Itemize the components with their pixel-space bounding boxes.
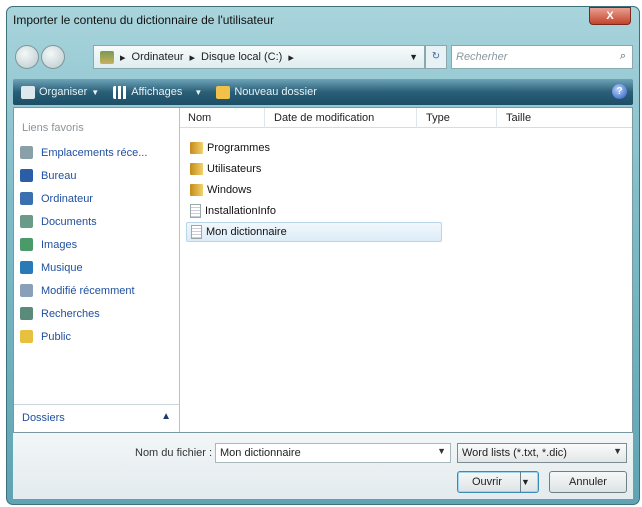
sidebar-item-label: Musique [41,261,83,274]
sidebar-item[interactable]: Modifié récemment [20,284,135,297]
sidebar-item[interactable]: Emplacements réce... [20,146,147,159]
sidebar-item-label: Images [41,238,78,251]
sidebar-item-label: Recherches [41,307,100,320]
chevron-down-icon: ▼ [91,87,100,97]
folders-label: Dossiers [22,412,65,424]
sidebar-item[interactable]: Public [20,330,71,343]
chevron-down-icon: ▼ [194,87,203,97]
computer-icon [100,50,114,64]
open-options-dropdown[interactable]: ▼ [520,472,538,492]
new-folder-label: Nouveau dossier [234,86,317,98]
close-button[interactable]: X [589,7,631,25]
forward-button[interactable] [41,45,65,69]
address-dropdown-icon[interactable]: ▼ [409,52,418,62]
sidebar-item-label: Public [41,330,71,343]
organize-label: Organiser [39,86,88,98]
file-name: Mon dictionnaire [206,226,287,238]
views-label: Affichages [131,86,183,98]
sidebar-item[interactable]: Documents [20,215,97,228]
views-icon [113,85,128,99]
sidebar-item-icon [20,307,33,320]
organize-button[interactable]: Organiser ▼ [21,85,100,99]
sidebar-item-icon [20,330,33,343]
chevron-down-icon[interactable]: ▼ [437,446,446,456]
filename-value: Mon dictionnaire [220,447,301,459]
sidebar-item[interactable]: Images [20,238,77,251]
sidebar-item-label: Bureau [41,169,77,182]
file-name: Programmes [207,142,270,154]
sidebar-item-icon [20,215,33,228]
sidebar-item-icon [20,192,33,205]
file-row[interactable]: Programmes [186,138,442,158]
file-type-value: Word lists (*.txt, *.dic) [462,447,567,459]
chevron-icon: ▸ [120,51,126,64]
views-button[interactable]: Affichages ▼ [113,85,203,99]
column-name[interactable]: Nom [188,112,211,124]
file-icon [191,225,202,239]
open-file-dialog: Importer le contenu du dictionnaire de l… [6,6,640,505]
cancel-button[interactable]: Annuler [549,471,627,493]
sidebar-item-label: Emplacements réce... [41,146,148,159]
open-button[interactable]: Ouvrir ▼ [457,471,539,493]
folder-icon [190,184,203,196]
navigation-pane: Liens favoris Emplacements réce... Bureau… [14,108,180,432]
column-separator [264,108,265,128]
sidebar-item-icon [20,261,33,274]
sidebar-item[interactable]: Musique [20,261,83,274]
search-icon[interactable]: ⌕ [620,50,626,63]
search-input[interactable]: Recherher ⌕ [451,45,633,69]
file-name: InstallationInfo [205,205,276,217]
search-placeholder: Recherher [456,51,508,63]
file-name: Utilisateurs [207,163,262,175]
back-button[interactable] [15,45,39,69]
sidebar-item-icon [20,284,33,297]
new-folder-button[interactable]: Nouveau dossier [216,85,317,99]
sidebar-item-label: Documents [41,215,97,228]
chevron-down-icon: ▼ [613,446,622,456]
open-label: Ouvrir [472,476,502,488]
breadcrumb-disque[interactable]: Disque local (C:) [201,51,282,63]
sidebar-item-label: Modifié récemment [41,284,135,297]
dialog-footer: Nom du fichier : Mon dictionnaire ▼ Word … [13,433,633,499]
favorites-header: Liens favoris [22,122,84,134]
column-date[interactable]: Date de modification [274,112,374,124]
organize-icon [21,85,35,99]
sidebar-item-icon [20,169,33,182]
file-row[interactable]: Windows [186,180,442,200]
address-bar[interactable]: ▸ Ordinateur ▸ Disque local (C:) ▸ ▼ [93,45,425,69]
breadcrumb-ordinateur[interactable]: Ordinateur [132,51,184,63]
sidebar-item[interactable]: Bureau [20,169,76,182]
refresh-button[interactable]: ↻ [425,45,447,69]
folder-icon [190,142,203,154]
dialog-title: Importer le contenu du dictionnaire de l… [13,13,275,27]
sidebar-item[interactable]: Recherches [20,307,100,320]
help-icon[interactable]: ? [612,84,627,99]
column-type[interactable]: Type [426,112,450,124]
filename-label: Nom du fichier : [135,447,213,459]
column-separator [416,108,417,128]
filename-input[interactable]: Mon dictionnaire ▼ [215,443,451,463]
sidebar-item-label: Ordinateur [41,192,93,205]
chevron-up-icon: ▲ [161,411,171,422]
new-folder-icon [216,85,231,99]
column-separator [496,108,497,128]
folder-icon [190,163,203,175]
column-size[interactable]: Taille [506,112,531,124]
file-row[interactable]: InstallationInfo [186,201,442,221]
file-icon [190,204,201,218]
toolbar: Organiser ▼ Affichages ▼ Nouveau dossier ? [13,79,633,105]
chevron-icon: ▸ [288,51,294,64]
file-name: Windows [207,184,252,196]
sidebar-item-icon [20,146,33,159]
sidebar-item[interactable]: Ordinateur [20,192,93,205]
chevron-icon: ▸ [189,51,196,64]
browser-pane: Liens favoris Emplacements réce... Bureau… [13,107,633,433]
file-row[interactable]: Utilisateurs [186,159,442,179]
sidebar-item-icon [20,238,33,251]
file-type-select[interactable]: Word lists (*.txt, *.dic) ▼ [457,443,627,463]
folders-toggle[interactable]: Dossiers ▲ [14,404,179,432]
file-row[interactable]: Mon dictionnaire [186,222,442,242]
column-headers: Nom Date de modification Type Taille [180,108,632,128]
